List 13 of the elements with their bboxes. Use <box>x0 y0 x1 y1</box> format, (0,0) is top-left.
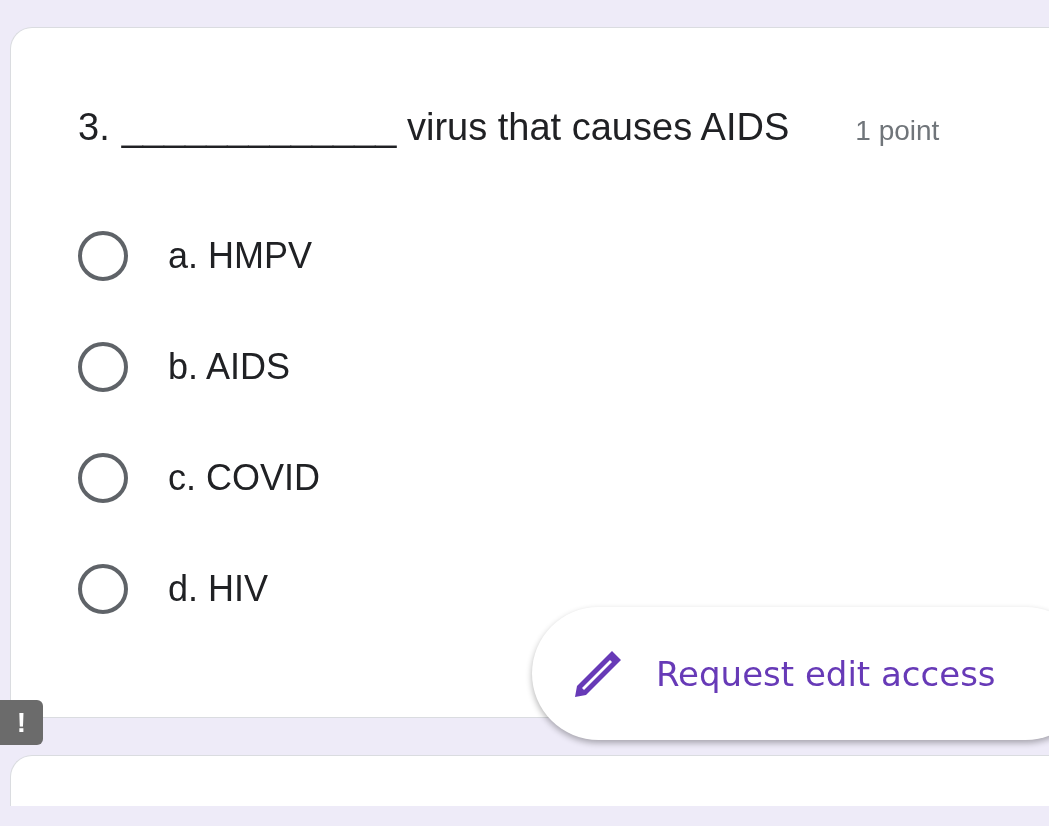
question-text: _____________ virus that causes AIDS <box>121 106 790 149</box>
radio-button[interactable] <box>78 342 128 392</box>
option-label[interactable]: c. COVID <box>168 457 320 499</box>
option-label[interactable]: d. HIV <box>168 568 269 610</box>
points-label: 1 point <box>855 115 940 147</box>
question-text: 3. <box>78 106 110 149</box>
request-edit-button[interactable]: Request edit access <box>532 607 1049 740</box>
radio-button[interactable] <box>78 564 128 614</box>
option-label[interactable]: b. AIDS <box>168 346 291 388</box>
radio-button[interactable] <box>78 231 128 281</box>
option-label[interactable]: a. HMPV <box>168 235 313 277</box>
radio-button[interactable] <box>78 453 128 503</box>
alert-badge[interactable]: ! <box>0 700 43 745</box>
